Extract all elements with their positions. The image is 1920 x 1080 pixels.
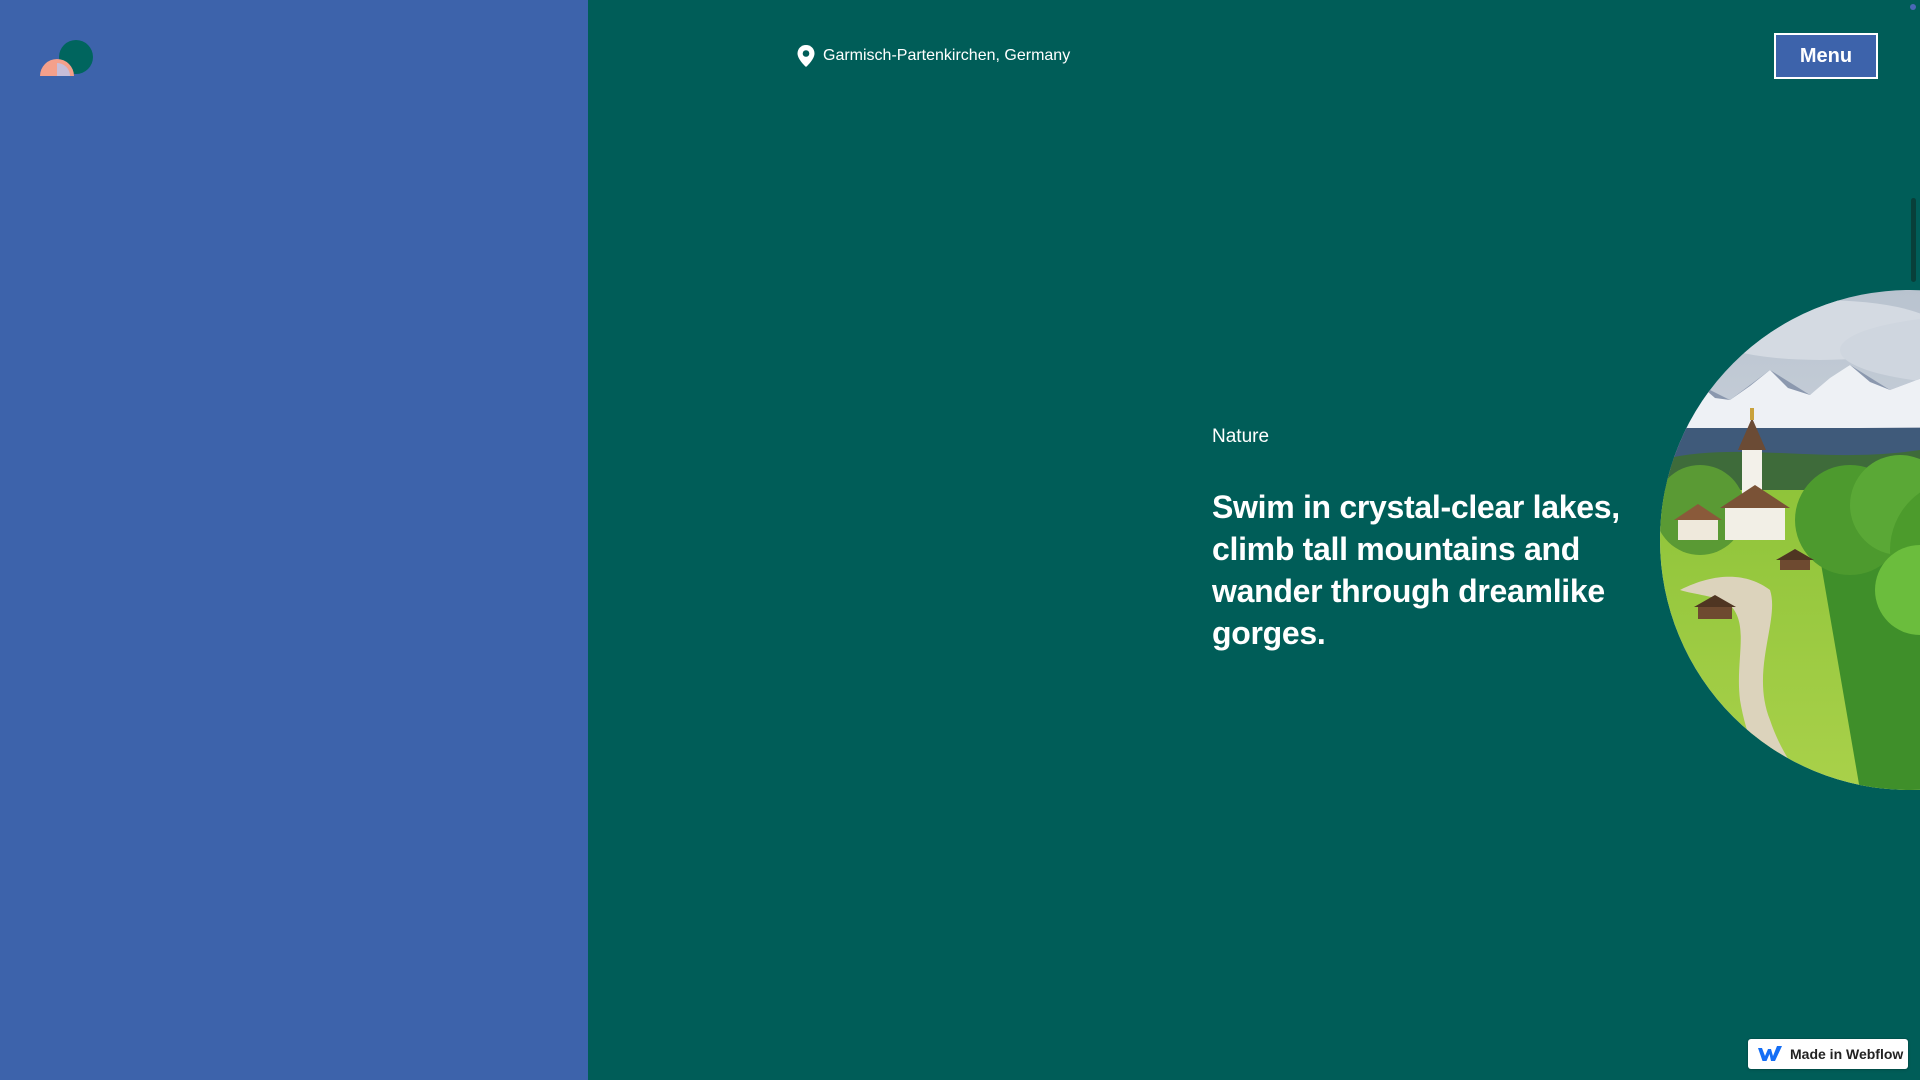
made-in-webflow-badge[interactable]: Made in Webflow bbox=[1748, 1039, 1908, 1069]
left-panel bbox=[0, 0, 588, 1080]
page: Garmisch-Partenkirchen, Germany Menu Nat… bbox=[0, 0, 1920, 1080]
location-text: Garmisch-Partenkirchen, Germany bbox=[823, 47, 1071, 64]
webflow-badge-label: Made in Webflow bbox=[1790, 1046, 1904, 1062]
sunrise-logo-icon[interactable] bbox=[38, 38, 96, 76]
hero-headline: Swim in crystal-clear lakes, climb tall … bbox=[1212, 489, 1620, 651]
corner-dot bbox=[1910, 4, 1916, 10]
category-label: Nature bbox=[1212, 426, 1270, 447]
map-pin-icon bbox=[797, 45, 815, 67]
webflow-logo-icon bbox=[1758, 1046, 1782, 1062]
menu-button[interactable]: Menu bbox=[1774, 33, 1878, 79]
location: Garmisch-Partenkirchen, Germany bbox=[797, 45, 1070, 67]
scroll-indicator[interactable] bbox=[1911, 198, 1916, 282]
